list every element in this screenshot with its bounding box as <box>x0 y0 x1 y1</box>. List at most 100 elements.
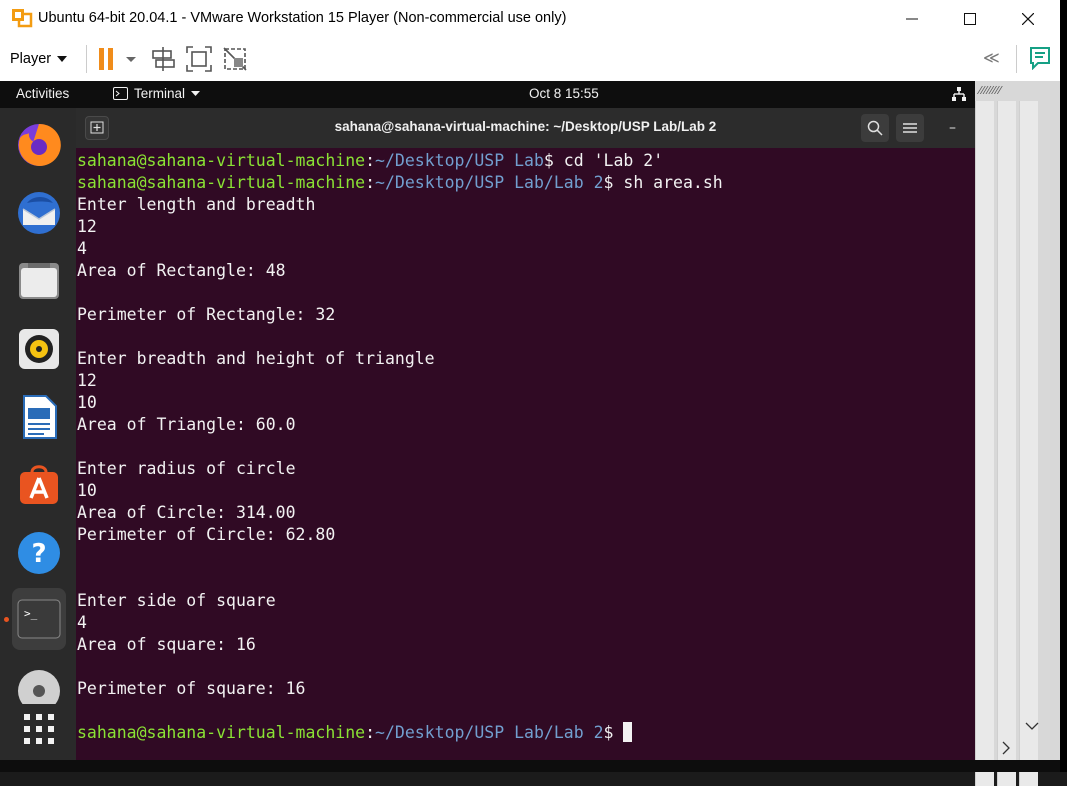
terminal-output[interactable]: sahana@sahana-virtual-machine:~/Desktop/… <box>76 148 975 760</box>
collapse-icon: ≪ <box>983 48 1000 67</box>
send-ctrl-alt-del-button[interactable] <box>150 46 176 72</box>
terminal-output-line: 4 <box>77 239 87 258</box>
dock-thunderbird[interactable] <box>12 186 66 240</box>
close-icon <box>1022 12 1034 25</box>
terminal-output-line: 10 <box>77 393 97 412</box>
fit-guest-button[interactable] <box>186 46 212 72</box>
clock[interactable]: Oct 8 15:55 <box>529 86 599 101</box>
show-applications-button[interactable] <box>12 702 66 756</box>
collapse-toolbar-button[interactable]: ≪ <box>983 48 1009 74</box>
terminal-prompt-line: sahana@sahana-virtual-machine:~/Desktop/… <box>77 722 633 744</box>
rhythmbox-icon <box>19 329 59 369</box>
window-title: Ubuntu 64-bit 20.04.1 - VMware Workstati… <box>38 10 567 26</box>
toolbar-divider <box>86 45 87 73</box>
prompt-separator: : <box>365 151 376 170</box>
terminal-output-line: 4 <box>77 613 87 632</box>
vmware-title-bar: Ubuntu 64-bit 20.04.1 - VMware Workstati… <box>0 0 1067 37</box>
running-indicator <box>4 617 9 622</box>
strip-column <box>997 101 1016 786</box>
hamburger-menu-button[interactable] <box>896 114 924 142</box>
maximize-icon <box>964 12 976 25</box>
prompt-command: $ sh area.sh <box>603 173 723 192</box>
dvd-icon <box>18 670 60 704</box>
player-menu-label: Player <box>10 51 52 67</box>
terminal-output-line: 10 <box>77 481 97 500</box>
terminal-output-line: 12 <box>77 217 97 236</box>
fit-guest-icon <box>186 46 212 72</box>
prompt-user: sahana@sahana-virtual-machine <box>77 723 366 742</box>
prompt-path: ~/Desktop/USP Lab/Lab 2 <box>375 723 604 742</box>
chevron-down-icon[interactable] <box>1025 721 1039 731</box>
dock-libreoffice-writer[interactable] <box>12 390 66 444</box>
message-log-icon <box>1030 47 1050 71</box>
dock-dvd[interactable] <box>12 664 66 704</box>
files-icon <box>19 263 59 299</box>
thunderbird-icon <box>18 192 60 234</box>
terminal-header-bar: sahana@sahana-virtual-machine: ~/Desktop… <box>76 108 975 148</box>
prompt-separator: : <box>365 723 376 742</box>
send-ctrl-alt-del-icon <box>152 47 175 71</box>
player-menu-button[interactable]: Player <box>10 48 68 70</box>
screen-edge <box>1060 0 1067 772</box>
network-wired-icon[interactable] <box>951 86 967 102</box>
app-menu-label: Terminal <box>134 86 186 101</box>
strip-column <box>975 101 994 786</box>
unity-button[interactable] <box>222 46 248 72</box>
ubuntu-software-icon <box>20 465 58 504</box>
strip-hatch: ⁄⁄⁄⁄⁄⁄⁄⁄ <box>979 84 1002 97</box>
prompt-command: $ <box>603 723 624 742</box>
terminal-output-line: Enter side of square <box>77 591 276 610</box>
vmware-toolbar: Player ≪ <box>0 37 1067 82</box>
unity-icon <box>223 47 247 71</box>
pause-button[interactable] <box>97 46 136 72</box>
terminal-output-line: Area of square: 16 <box>77 635 256 654</box>
svg-text:?: ? <box>31 539 46 569</box>
vmware-logo-icon <box>12 9 33 28</box>
message-log-button[interactable] <box>1028 46 1054 72</box>
terminal-output-line: Perimeter of Rectangle: 32 <box>77 305 336 324</box>
dock-files[interactable] <box>12 254 66 308</box>
prompt-separator: : <box>365 173 376 192</box>
host-taskbar-edge <box>0 760 1060 772</box>
hamburger-menu-icon <box>903 123 917 133</box>
terminal-title: sahana@sahana-virtual-machine: ~/Desktop… <box>334 119 717 134</box>
libreoffice-writer-icon <box>23 395 57 439</box>
close-button[interactable] <box>998 0 1058 37</box>
help-icon: ? <box>18 532 60 574</box>
terminal-prompt-line: sahana@sahana-virtual-machine:~/Desktop/… <box>77 150 663 172</box>
minimize-icon <box>906 18 918 19</box>
ubuntu-dock: ? >_ <box>0 108 76 760</box>
terminal-output-line: Area of Triangle: 60.0 <box>77 415 296 434</box>
dock-terminal[interactable]: >_ <box>12 588 66 650</box>
maximize-button[interactable] <box>940 0 1000 37</box>
terminal-output-line: 12 <box>77 371 97 390</box>
dock-ubuntu-software[interactable] <box>12 458 66 512</box>
search-button[interactable] <box>861 114 889 142</box>
terminal-output-line: Perimeter of Circle: 62.80 <box>77 525 336 544</box>
text-cursor <box>623 722 633 742</box>
terminal-output-line: Area of Circle: 314.00 <box>77 503 296 522</box>
activities-button[interactable]: Activities <box>16 86 69 101</box>
terminal-output-line: Enter length and breadth <box>77 195 316 214</box>
prompt-user: sahana@sahana-virtual-machine <box>77 173 366 192</box>
search-icon <box>867 120 883 136</box>
terminal-minimize-button[interactable]: – <box>949 120 956 136</box>
terminal-small-icon <box>113 87 128 100</box>
app-menu-button[interactable]: Terminal <box>113 86 201 101</box>
terminal-prompt-line: sahana@sahana-virtual-machine:~/Desktop/… <box>77 172 723 194</box>
chevron-right-icon[interactable] <box>1001 741 1011 755</box>
dock-firefox[interactable] <box>12 118 66 172</box>
prompt-path: ~/Desktop/USP Lab <box>375 151 544 170</box>
prompt-user: sahana@sahana-virtual-machine <box>77 151 366 170</box>
prompt-command: $ cd 'Lab 2' <box>543 151 664 170</box>
minimize-button[interactable] <box>882 0 942 37</box>
dock-help[interactable]: ? <box>12 526 66 580</box>
terminal-output-line: Area of Rectangle: 48 <box>77 261 286 280</box>
strip-column <box>1019 101 1038 786</box>
terminal-icon: >_ <box>17 599 61 639</box>
firefox-icon <box>18 123 61 166</box>
terminal-output-line: Enter breadth and height of triangle <box>77 349 435 368</box>
toolbar-divider-right <box>1016 45 1017 73</box>
dock-rhythmbox[interactable] <box>12 322 66 376</box>
terminal-output-line: Enter radius of circle <box>77 459 296 478</box>
